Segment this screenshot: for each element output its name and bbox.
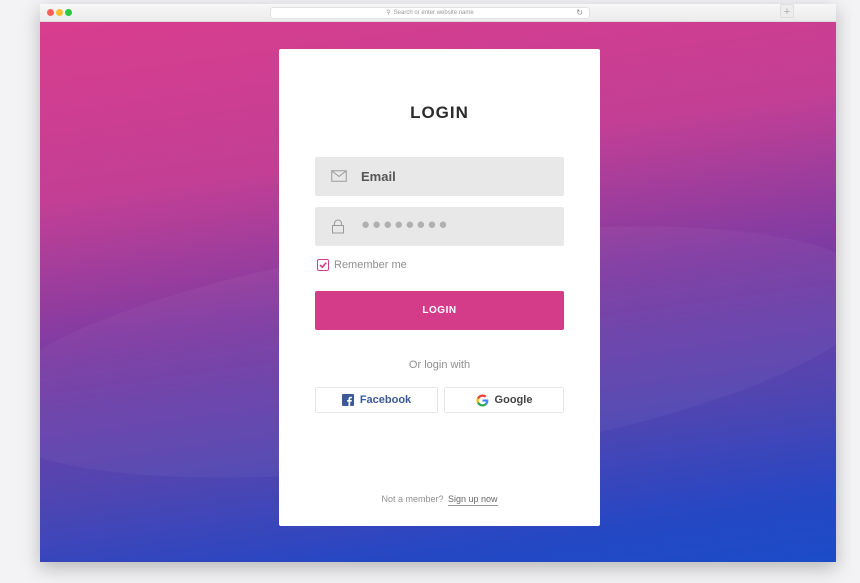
address-bar[interactable]: ⚲ Search or enter website name ↻ <box>270 7 590 19</box>
password-field[interactable]: ●●●●●●●● <box>315 207 564 246</box>
facebook-icon <box>341 394 354 406</box>
lock-icon <box>331 219 347 234</box>
maximize-window-button[interactable] <box>65 9 72 16</box>
login-button[interactable]: LOGIN <box>315 291 564 330</box>
email-field[interactable]: Email <box>315 157 564 196</box>
minimize-window-button[interactable] <box>56 9 63 16</box>
check-icon <box>319 262 327 269</box>
remember-checkbox[interactable] <box>317 259 329 271</box>
signup-prompt: Not a member? Sign up now <box>279 494 600 506</box>
browser-titlebar: ⚲ Search or enter website name ↻ <box>40 4 836 22</box>
browser-window: ⚲ Search or enter website name ↻ LOGIN Em… <box>40 4 836 562</box>
google-label: Google <box>494 394 533 406</box>
envelope-icon <box>331 169 347 183</box>
signup-link[interactable]: Sign up now <box>448 494 498 506</box>
signup-prompt-text: Not a member? <box>381 494 444 504</box>
email-placeholder: Email <box>361 169 396 184</box>
remember-label: Remember me <box>334 259 407 271</box>
page-viewport: LOGIN Email ●●●●●●●● Remember me LOGIN O… <box>40 22 836 562</box>
search-icon: ⚲ <box>386 10 391 16</box>
address-placeholder: Search or enter website name <box>393 10 474 16</box>
or-login-with: Or login with <box>408 359 471 371</box>
google-button[interactable]: Google <box>444 387 564 413</box>
remember-me[interactable]: Remember me <box>317 258 407 272</box>
close-window-button[interactable] <box>47 9 54 16</box>
reload-icon[interactable]: ↻ <box>576 8 583 18</box>
facebook-button[interactable]: Facebook <box>315 387 438 413</box>
login-card: LOGIN Email ●●●●●●●● Remember me LOGIN O… <box>279 49 600 526</box>
login-title: LOGIN <box>410 103 469 122</box>
google-icon <box>476 394 489 407</box>
facebook-label: Facebook <box>359 394 412 406</box>
new-tab-button[interactable]: + <box>780 4 794 18</box>
password-mask: ●●●●●●●● <box>361 216 450 233</box>
